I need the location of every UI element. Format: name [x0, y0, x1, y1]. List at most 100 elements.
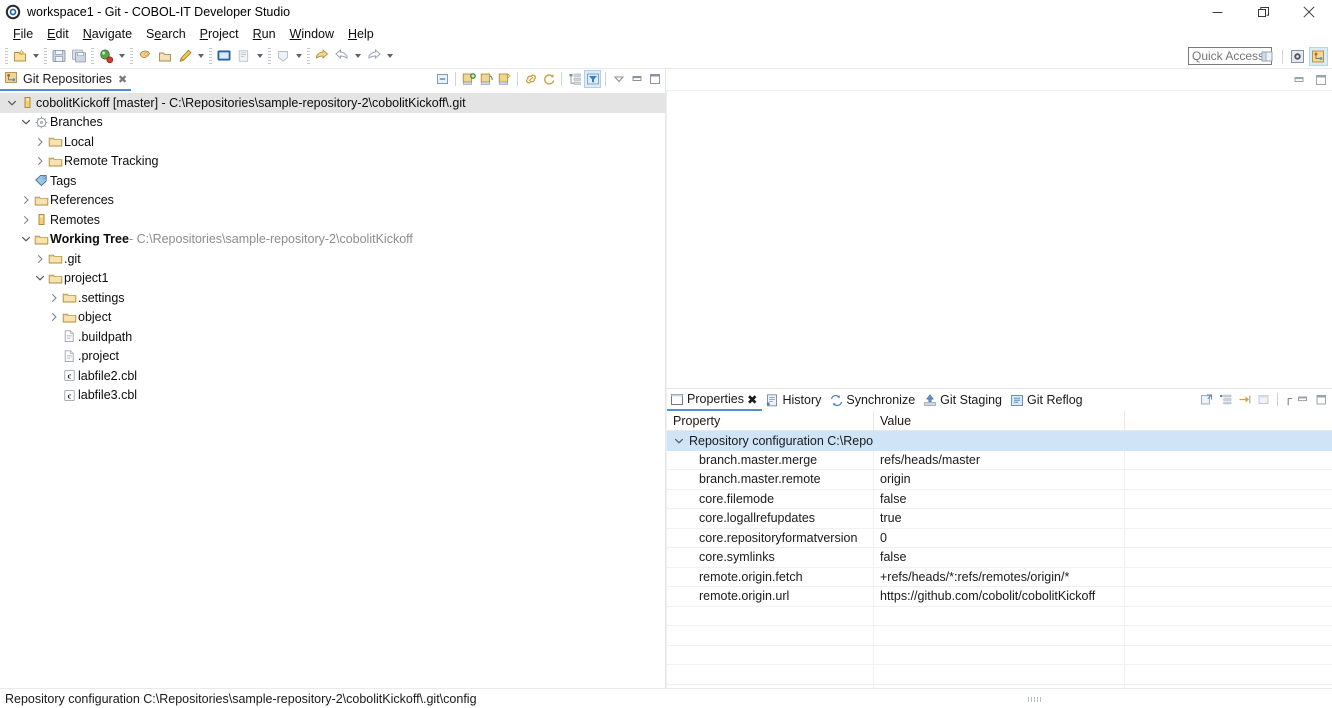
- tree-item[interactable]: .project: [0, 347, 665, 367]
- table-row[interactable]: branch.master.mergerefs/heads/master: [667, 451, 1332, 471]
- console-icon[interactable]: [214, 46, 234, 67]
- table-row[interactable]: core.repositoryformatversion0: [667, 529, 1332, 549]
- tree-item[interactable]: Working Tree - C:\Repositories\sample-re…: [0, 230, 665, 250]
- show-advanced-icon[interactable]: [1236, 390, 1253, 408]
- new-wizard-dropdown-icon[interactable]: [30, 46, 42, 67]
- menu-help[interactable]: Help: [341, 26, 381, 42]
- tree-item[interactable]: clabfile3.cbl: [0, 386, 665, 406]
- tab-git-reflog[interactable]: Git Reflog: [1007, 389, 1088, 411]
- tree-item[interactable]: project1: [0, 269, 665, 289]
- perspective-git-icon[interactable]: [1309, 47, 1328, 66]
- add-existing-repo-icon[interactable]: [460, 70, 477, 88]
- restore-defaults-icon[interactable]: [1255, 390, 1272, 408]
- chevron-right-icon[interactable]: [18, 215, 33, 225]
- toolbar-overflow-label[interactable]: ┌: [1284, 393, 1292, 405]
- collapse-all-icon[interactable]: [434, 70, 451, 88]
- chevron-right-icon[interactable]: [46, 293, 61, 303]
- open-type-icon[interactable]: [155, 46, 175, 67]
- properties-table-body[interactable]: Repository configuration C:\Repobranch.m…: [667, 431, 1332, 688]
- new-wizard-icon[interactable]: [10, 46, 30, 67]
- table-row-empty[interactable]: [667, 626, 1332, 646]
- menu-edit[interactable]: Edit: [40, 26, 76, 42]
- menu-window[interactable]: Window: [283, 26, 341, 42]
- tree-item[interactable]: References: [0, 191, 665, 211]
- resize-grip[interactable]: [1028, 697, 1042, 702]
- properties-group-row[interactable]: Repository configuration C:\Repo: [667, 431, 1332, 451]
- maximize-icon[interactable]: [646, 70, 663, 88]
- menu-file[interactable]: File: [6, 26, 40, 42]
- table-row[interactable]: remote.origin.fetch+refs/heads/*:refs/re…: [667, 568, 1332, 588]
- breakpoints-dropdown-icon[interactable]: [254, 46, 266, 67]
- column-header-value[interactable]: Value: [874, 411, 1125, 430]
- tree-item[interactable]: clabfile2.cbl: [0, 366, 665, 386]
- chevron-right-icon[interactable]: [46, 312, 61, 322]
- chevron-down-icon[interactable]: [674, 436, 684, 446]
- chevron-down-icon[interactable]: [18, 234, 33, 244]
- restore-button[interactable]: [1240, 0, 1286, 24]
- chevron-right-icon[interactable]: [32, 254, 47, 264]
- table-row[interactable]: core.filemodefalse: [667, 490, 1332, 510]
- menu-project[interactable]: Project: [193, 26, 246, 42]
- table-row[interactable]: core.symlinksfalse: [667, 548, 1332, 568]
- save-icon[interactable]: [49, 46, 69, 67]
- table-row-empty[interactable]: [667, 646, 1332, 666]
- tree-item[interactable]: cobolitKickoff [master] - C:\Repositorie…: [0, 93, 665, 113]
- chevron-right-icon[interactable]: [18, 195, 33, 205]
- table-row[interactable]: remote.origin.urlhttps://github.com/cobo…: [667, 587, 1332, 607]
- forward-dropdown-icon[interactable]: [384, 46, 396, 67]
- create-repo-icon[interactable]: [496, 70, 513, 88]
- filter-icon[interactable]: [584, 70, 601, 88]
- debug-dropdown-icon[interactable]: [116, 46, 128, 67]
- refresh-icon[interactable]: [540, 70, 557, 88]
- close-button[interactable]: [1286, 0, 1332, 24]
- tree-item[interactable]: .git: [0, 249, 665, 269]
- open-editor-icon[interactable]: [1198, 390, 1215, 408]
- clone-repo-icon[interactable]: [478, 70, 495, 88]
- tab-synchronize[interactable]: Synchronize: [826, 389, 920, 411]
- chevron-right-icon[interactable]: [32, 137, 47, 147]
- minimize-icon[interactable]: [1294, 390, 1311, 408]
- tab-git-repositories[interactable]: Git Repositories ✖: [0, 69, 131, 91]
- open-perspective-icon[interactable]: [1258, 47, 1277, 66]
- maximize-icon[interactable]: [1313, 390, 1330, 408]
- save-all-icon[interactable]: [69, 46, 89, 67]
- tree-item[interactable]: Remotes: [0, 210, 665, 230]
- open-resource-icon[interactable]: [175, 46, 195, 67]
- close-icon[interactable]: ✖: [747, 392, 757, 407]
- column-header-extra[interactable]: [1125, 411, 1332, 430]
- chevron-down-icon[interactable]: [32, 273, 47, 283]
- table-row-empty[interactable]: [667, 665, 1332, 685]
- table-row[interactable]: branch.master.remoteorigin: [667, 470, 1332, 490]
- minimize-button[interactable]: [1194, 0, 1240, 24]
- tree-item[interactable]: Remote Tracking: [0, 152, 665, 172]
- column-header-property[interactable]: Property: [667, 411, 874, 430]
- hierarchy-layout-icon[interactable]: [566, 70, 583, 88]
- menu-run[interactable]: Run: [246, 26, 283, 42]
- maximize-icon[interactable]: [1312, 71, 1329, 89]
- chevron-down-icon[interactable]: [4, 98, 19, 108]
- close-icon[interactable]: ✖: [118, 73, 127, 86]
- git-repositories-tree[interactable]: cobolitKickoff [master] - C:\Repositorie…: [0, 91, 665, 688]
- previous-annotation-icon[interactable]: [312, 46, 332, 67]
- tab-git-staging[interactable]: Git Staging: [920, 389, 1007, 411]
- debug-icon[interactable]: [96, 46, 116, 67]
- chevron-right-icon[interactable]: [32, 156, 47, 166]
- back-dropdown-icon[interactable]: [352, 46, 364, 67]
- table-row-empty[interactable]: [667, 607, 1332, 627]
- minimize-icon[interactable]: [1290, 71, 1307, 89]
- menu-navigate[interactable]: Navigate: [76, 26, 139, 42]
- tree-item[interactable]: Local: [0, 132, 665, 152]
- forward-icon[interactable]: [364, 46, 384, 67]
- run-dropdown-icon[interactable]: [195, 46, 207, 67]
- chevron-down-icon[interactable]: [18, 117, 33, 127]
- tab-properties[interactable]: Properties✖: [667, 389, 762, 411]
- tree-item[interactable]: Branches: [0, 113, 665, 133]
- tree-item[interactable]: .settings: [0, 288, 665, 308]
- view-menu-icon[interactable]: [610, 70, 627, 88]
- back-icon[interactable]: [332, 46, 352, 67]
- next-annotation-icon[interactable]: [273, 46, 293, 67]
- tree-item[interactable]: Tags: [0, 171, 665, 191]
- tree-item[interactable]: object: [0, 308, 665, 328]
- menu-search[interactable]: Search: [139, 26, 193, 42]
- link-with-editor-icon[interactable]: [522, 70, 539, 88]
